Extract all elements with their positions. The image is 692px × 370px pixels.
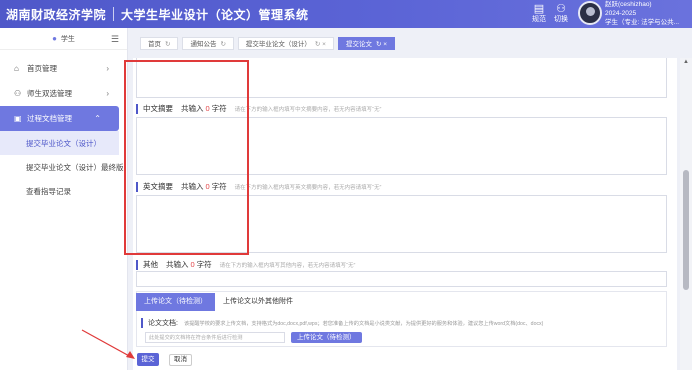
arrow-head <box>126 351 135 359</box>
arrow-line <box>81 329 132 358</box>
annotation-arrow <box>81 329 135 359</box>
